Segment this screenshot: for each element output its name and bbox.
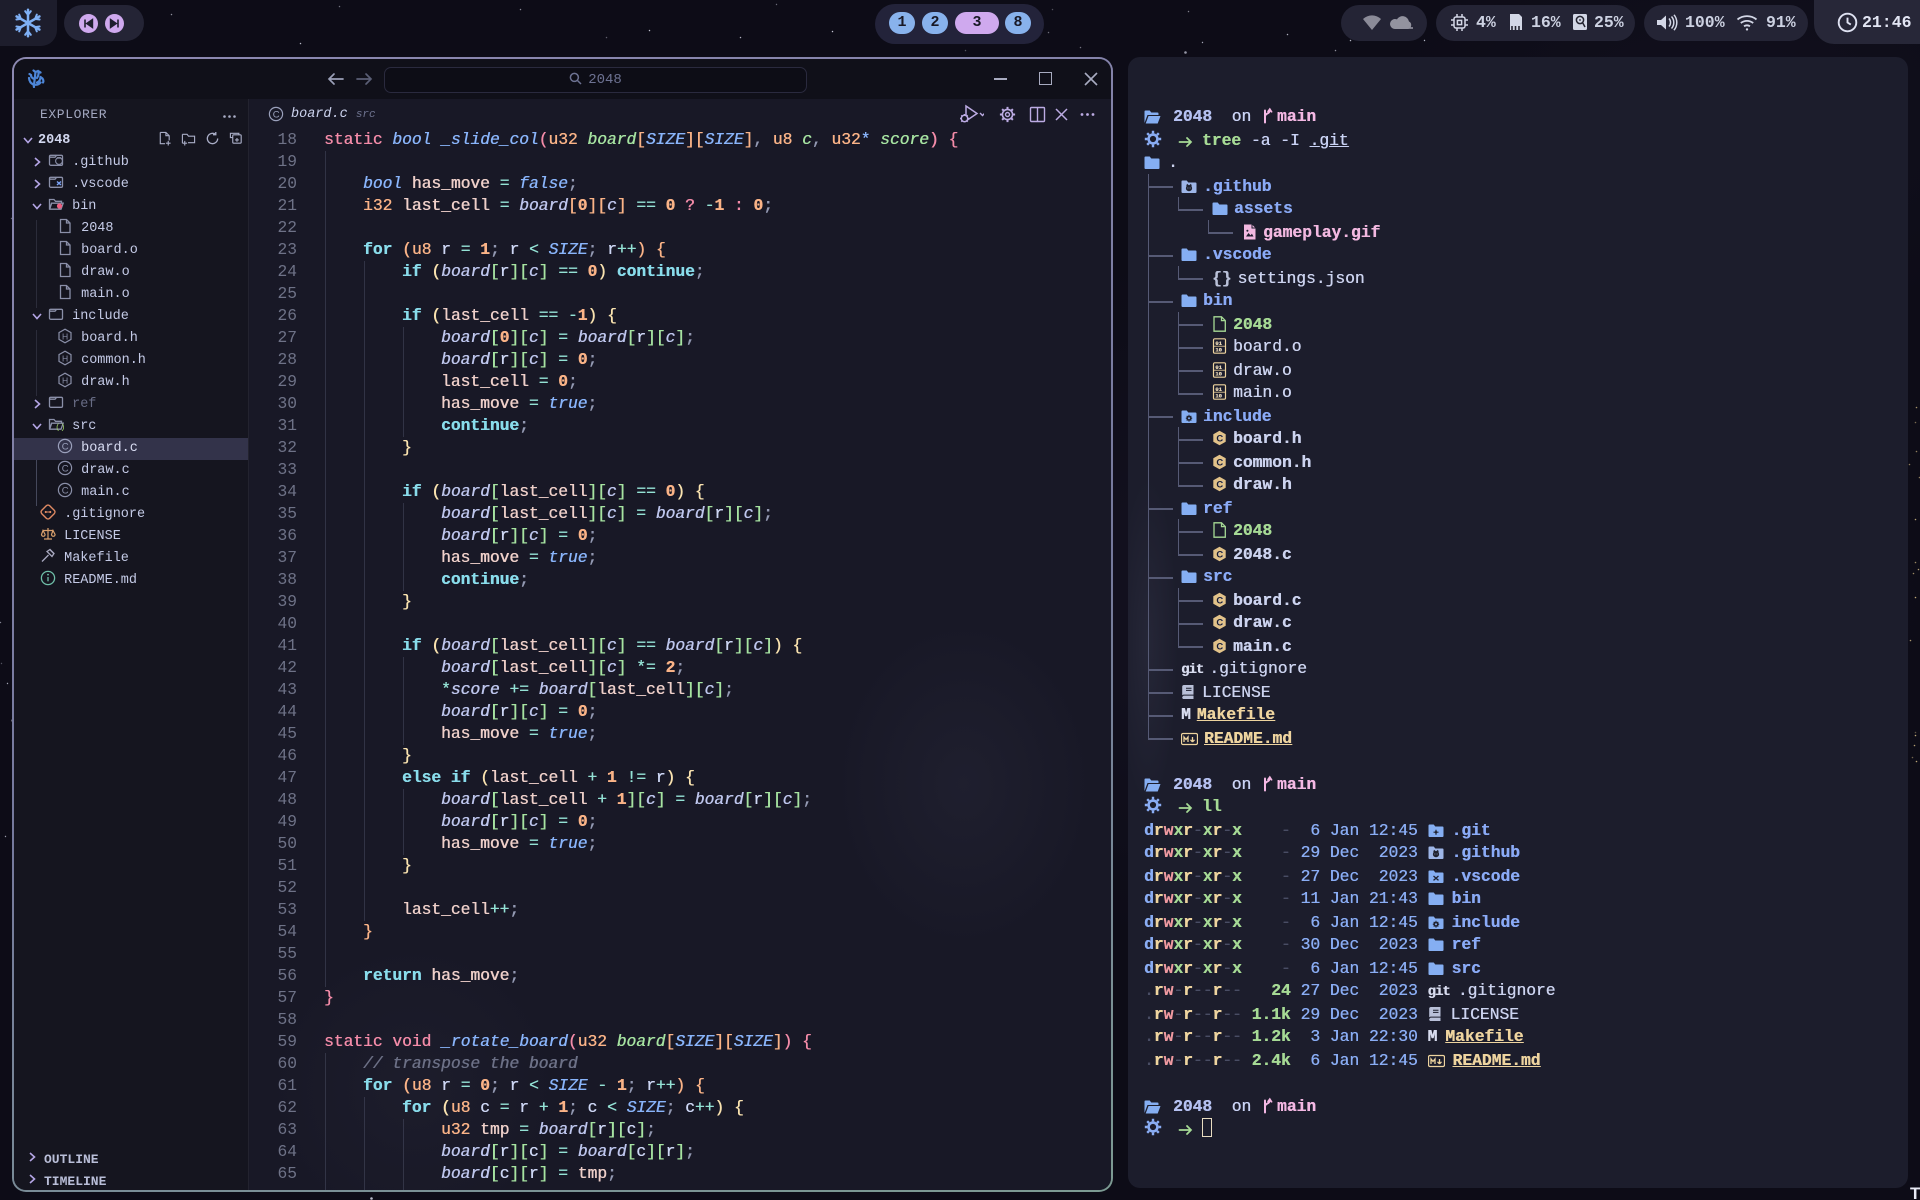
svg-text:C: C: [1216, 434, 1223, 445]
svg-text:C: C: [1216, 550, 1223, 561]
svg-text:C: C: [1216, 596, 1223, 607]
svg-text:10: 10: [1215, 393, 1222, 400]
svg-text:10: 10: [1215, 347, 1222, 354]
svg-text:C: C: [1216, 618, 1223, 629]
svg-text:C: C: [1216, 642, 1223, 653]
svg-text:C: C: [1216, 458, 1223, 469]
svg-text:C: C: [273, 109, 280, 120]
svg-text:C: C: [1216, 480, 1223, 491]
svg-text:10: 10: [1215, 371, 1222, 378]
